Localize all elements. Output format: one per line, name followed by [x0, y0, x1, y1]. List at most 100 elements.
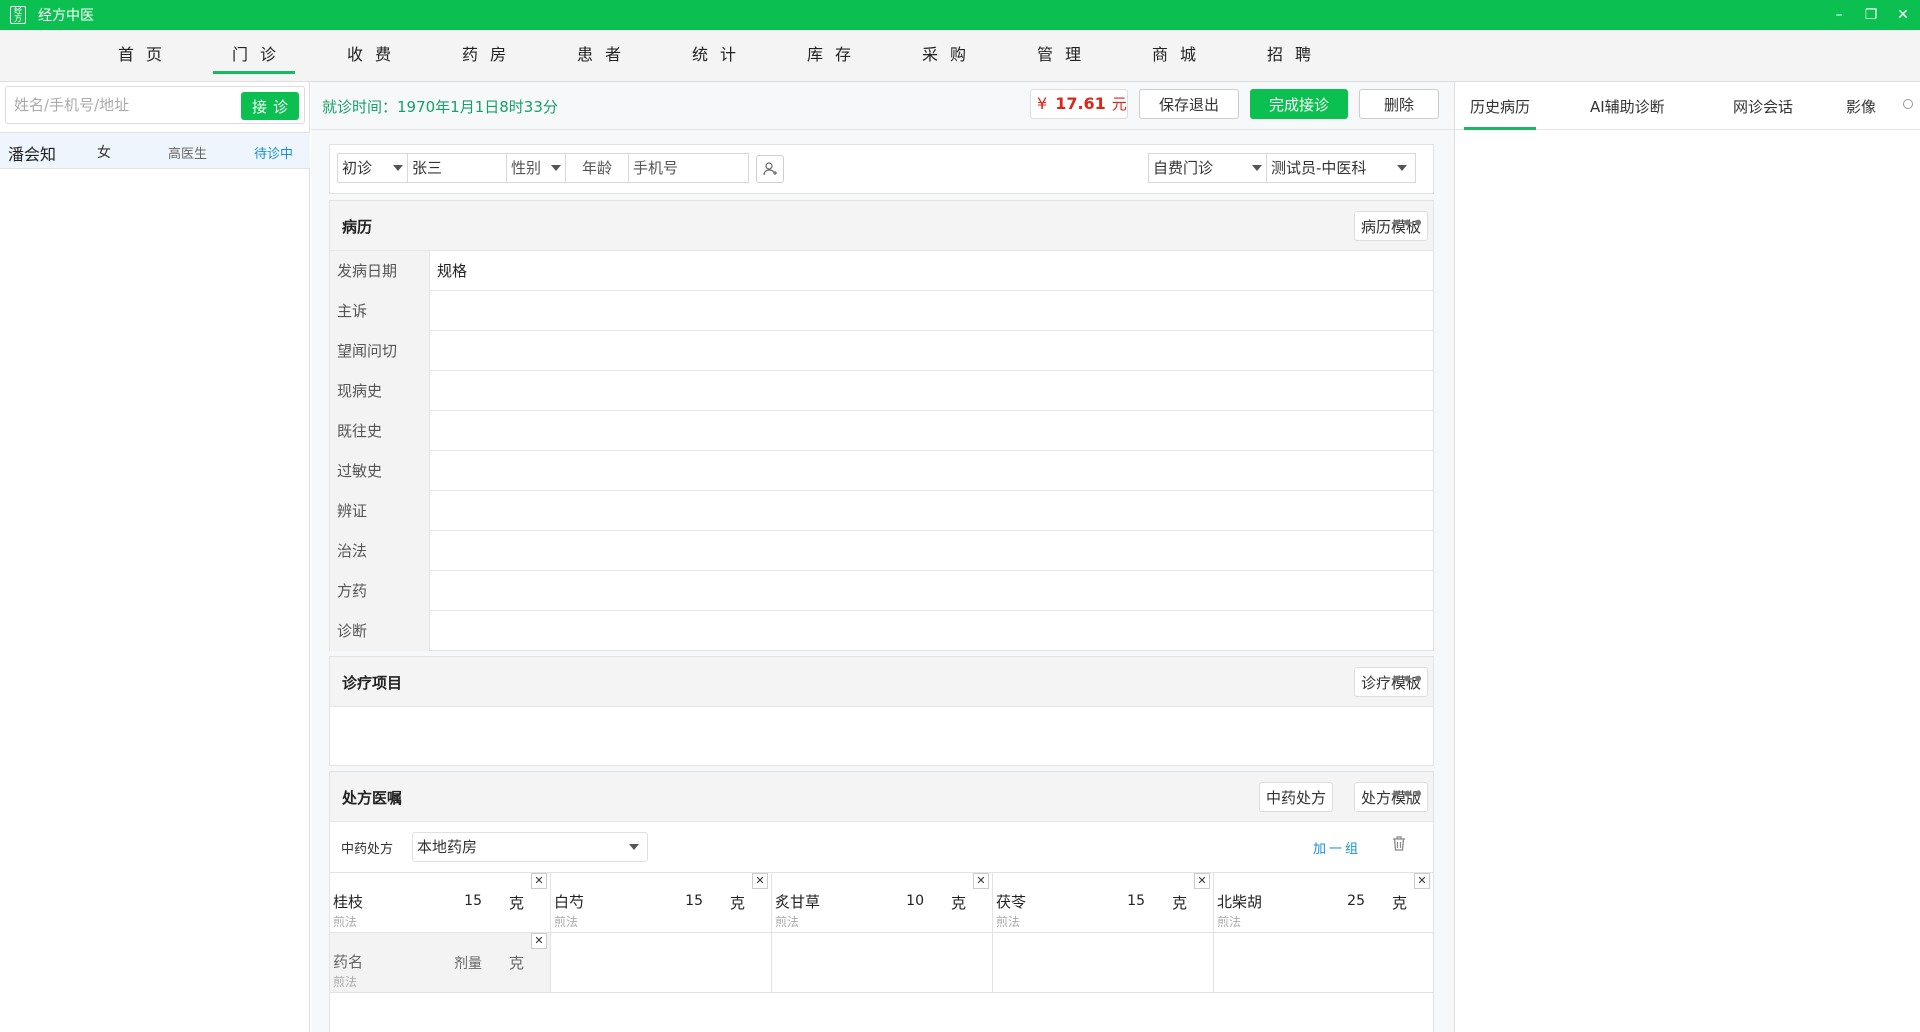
- record-row: 方药: [330, 571, 1433, 611]
- herb-unit: 克: [729, 894, 745, 912]
- herb-dose[interactable]: 15: [464, 893, 482, 909]
- menu-item-mall[interactable]: 商城: [1133, 30, 1215, 82]
- four-diagnostics-field[interactable]: [430, 331, 1433, 371]
- menu-item-home[interactable]: 首页: [99, 30, 181, 82]
- clinic-type-value: 自费门诊: [1153, 159, 1214, 177]
- menu-item-recruit[interactable]: 招聘: [1248, 30, 1330, 82]
- patient-info-row: 初诊 张三 性别 年龄 手机号 自费门诊 测试员-中医科: [329, 144, 1434, 194]
- patient-name-field[interactable]: 张三: [407, 153, 507, 183]
- save-exit-button[interactable]: 保存退出: [1139, 89, 1239, 119]
- diagnosis-field[interactable]: [430, 611, 1433, 651]
- receive-button[interactable]: 接诊: [241, 92, 299, 120]
- patient-doctor: 高医生: [168, 147, 208, 162]
- record-label: 辨证: [330, 491, 430, 531]
- herb-grid: 桂枝 15 克 煎法 ✕ 白芍 15 克 煎法 ✕ 炙甘草 10 克 煎法 ✕: [330, 872, 1433, 993]
- patient-list-item[interactable]: 潘会知 女 高医生 待诊中: [0, 133, 310, 169]
- tab-history-records[interactable]: 历史病历: [1463, 96, 1537, 130]
- tab-ai-diagnosis[interactable]: AI辅助诊断: [1590, 96, 1665, 117]
- record-row: 现病史: [330, 371, 1433, 411]
- consultation-toolbar: 就诊时间：1970年1月1日8时33分 ¥17.61 元 保存退出 完成接诊 删除: [311, 82, 1454, 130]
- empty-herb-cell: [551, 933, 772, 993]
- gender-select[interactable]: 性别: [506, 153, 566, 183]
- herb-cell[interactable]: 桂枝 15 克 煎法 ✕: [330, 873, 551, 933]
- formula-field[interactable]: [430, 571, 1433, 611]
- trash-icon[interactable]: [1391, 835, 1407, 856]
- clinic-type-select[interactable]: 自费门诊: [1148, 153, 1267, 183]
- tab-imaging[interactable]: 影像: [1846, 96, 1876, 117]
- close-icon[interactable]: ✕: [531, 873, 547, 889]
- menu-item-management[interactable]: 管理: [1018, 30, 1100, 82]
- herb-dose[interactable]: 10: [906, 893, 924, 909]
- past-history-field[interactable]: [430, 411, 1433, 451]
- allergy-history-field[interactable]: [430, 451, 1433, 491]
- minimize-icon[interactable]: –: [1832, 7, 1846, 23]
- syndrome-field[interactable]: [430, 491, 1433, 531]
- add-group-link[interactable]: 加一组: [1313, 838, 1361, 857]
- herb-method[interactable]: 煎法: [333, 973, 357, 990]
- close-icon[interactable]: ✕: [752, 873, 768, 889]
- menu-item-purchase[interactable]: 采购: [903, 30, 985, 82]
- add-patient-icon[interactable]: [756, 155, 784, 183]
- tab-online-consult[interactable]: 网诊会话: [1733, 96, 1793, 117]
- finish-consultation-button[interactable]: 完成接诊: [1250, 89, 1348, 119]
- herb-dose[interactable]: 15: [685, 893, 703, 909]
- new-herb-cell[interactable]: 药名 剂量 克 煎法 ✕: [330, 933, 551, 993]
- chief-complaint-field[interactable]: [430, 291, 1433, 331]
- age-field[interactable]: 年龄: [565, 153, 629, 183]
- herb-dose[interactable]: 15: [1127, 893, 1145, 909]
- main-menu: 首页 门诊 收费 药房 患者 统计 库存 采购 管理 商城 招聘: [0, 30, 1920, 82]
- more-icon[interactable]: •••: [1391, 669, 1424, 689]
- menu-item-outpatient[interactable]: 门诊: [213, 30, 295, 82]
- close-icon[interactable]: ✕: [973, 873, 989, 889]
- menu-item-billing[interactable]: 收费: [328, 30, 410, 82]
- close-icon[interactable]: ✕: [531, 933, 547, 949]
- herb-cell[interactable]: 白芍 15 克 煎法 ✕: [551, 873, 772, 933]
- herb-unit: 克: [508, 954, 524, 972]
- herb-cell[interactable]: 炙甘草 10 克 煎法 ✕: [772, 873, 993, 933]
- visit-time: 就诊时间：1970年1月1日8时33分: [322, 98, 558, 116]
- herb-method[interactable]: 煎法: [775, 913, 799, 930]
- more-icon[interactable]: •••: [1391, 213, 1424, 233]
- prescription-card: 处方医嘱 中药处方 处方模版 ••• 中药处方 本地药房 加一组 桂枝 15 克…: [329, 771, 1434, 1032]
- phone-field[interactable]: 手机号: [628, 153, 749, 183]
- visit-type-select[interactable]: 初诊: [337, 153, 408, 183]
- treatment-method-field[interactable]: [430, 531, 1433, 571]
- new-herb-dose-input[interactable]: 剂量: [454, 953, 482, 973]
- patient-search: 接诊: [5, 86, 305, 124]
- record-label: 既往史: [330, 411, 430, 451]
- herb-method[interactable]: 煎法: [1217, 913, 1241, 930]
- menu-item-inventory[interactable]: 库存: [788, 30, 870, 82]
- menu-item-statistics[interactable]: 统计: [673, 30, 755, 82]
- more-icon[interactable]: •••: [1391, 784, 1424, 804]
- restore-icon[interactable]: ❐: [1864, 7, 1878, 23]
- close-icon[interactable]: ✕: [1896, 7, 1910, 23]
- tab-scroll-icon[interactable]: [1903, 99, 1913, 109]
- empty-herb-cell: [1214, 933, 1433, 993]
- doctor-dept-select[interactable]: 测试员-中医科: [1266, 153, 1416, 183]
- visit-type-value: 初诊: [342, 159, 373, 177]
- chevron-down-icon: [551, 165, 561, 171]
- close-icon[interactable]: ✕: [1414, 873, 1430, 889]
- tcm-prescription-button[interactable]: 中药处方: [1259, 782, 1334, 812]
- patient-search-input[interactable]: [6, 87, 236, 123]
- record-label: 过敏史: [330, 451, 430, 491]
- herb-dose[interactable]: 25: [1347, 893, 1365, 909]
- herb-method[interactable]: 煎法: [333, 913, 357, 930]
- patient-name: 潘会知: [8, 145, 57, 164]
- menu-item-patients[interactable]: 患者: [558, 30, 640, 82]
- close-icon[interactable]: ✕: [1194, 873, 1210, 889]
- patient-list-panel: 接诊 潘会知 女 高医生 待诊中: [0, 82, 310, 1032]
- record-row: 辨证: [330, 491, 1433, 531]
- menu-item-pharmacy[interactable]: 药房: [443, 30, 525, 82]
- new-herb-name-input[interactable]: 药名: [333, 951, 363, 972]
- delete-button[interactable]: 删除: [1359, 89, 1439, 119]
- herb-method[interactable]: 煎法: [554, 913, 578, 930]
- herb-cell[interactable]: 北柴胡 25 克 煎法 ✕: [1214, 873, 1433, 933]
- onset-date-field[interactable]: 规格: [430, 251, 1433, 291]
- pharmacy-select[interactable]: 本地药房: [412, 832, 648, 862]
- herb-cell[interactable]: 茯苓 15 克 煎法 ✕: [993, 873, 1214, 933]
- pharmacy-value: 本地药房: [417, 838, 478, 856]
- herb-method[interactable]: 煎法: [996, 913, 1020, 930]
- present-illness-field[interactable]: [430, 371, 1433, 411]
- herb-name: 桂枝: [333, 893, 364, 911]
